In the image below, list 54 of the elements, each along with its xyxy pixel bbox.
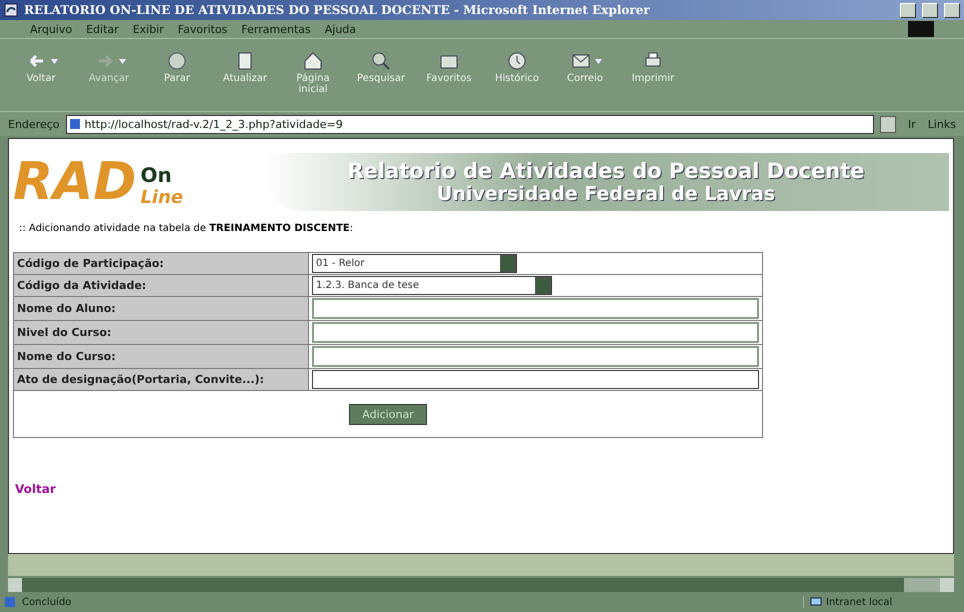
field-label: Nivel do Curso: xyxy=(14,320,308,344)
input-field[interactable] xyxy=(312,322,759,343)
maximize-button[interactable] xyxy=(922,2,938,18)
zone-text: Intranet local xyxy=(826,596,892,608)
toolbar-button[interactable]: Página inicial xyxy=(280,47,346,103)
toolbar-button[interactable]: Parar xyxy=(144,47,210,103)
menu-item[interactable]: Ferramentas xyxy=(241,22,311,36)
input-field[interactable] xyxy=(312,298,759,319)
window-title: RELATORIO ON-LINE DE ATIVIDADES DO PESSOAL DOCENTE - Microsoft Internet Explorer xyxy=(24,3,651,17)
links-label[interactable]: Links xyxy=(928,118,956,130)
select-field[interactable]: 1.2.3. Banca de tese xyxy=(312,276,552,295)
select-field[interactable]: 01 - Relor xyxy=(312,254,517,273)
computer-icon xyxy=(810,596,822,608)
caret-icon xyxy=(594,58,602,64)
caret-icon xyxy=(50,58,58,64)
submit-button[interactable]: Adicionar xyxy=(349,404,427,424)
toolbar-button[interactable]: Histórico xyxy=(484,47,550,103)
input-field[interactable] xyxy=(312,346,759,367)
menu-item[interactable]: Editar xyxy=(86,22,119,36)
toolbar-button[interactable]: Voltar xyxy=(8,47,74,103)
field-label: Ato de designação(Portaria, Convite...): xyxy=(14,368,308,390)
banner-title: Relatorio de Atividades do Pessoal Docente xyxy=(347,159,865,183)
page-icon xyxy=(4,596,16,608)
field-label: Nome do Aluno: xyxy=(14,296,308,320)
browser-icon xyxy=(4,3,18,17)
menu-item[interactable]: Arquivo xyxy=(30,22,72,36)
close-button[interactable] xyxy=(944,2,960,18)
status-text: Concluído xyxy=(22,596,72,608)
menu-item[interactable]: Favoritos xyxy=(178,22,228,36)
intro-text: :: Adicionando atividade na tabela de TREINAMENTO DISCENTE: xyxy=(19,223,354,234)
address-label: Endereço xyxy=(8,118,60,130)
banner-subtitle: Universidade Federal de Lavras xyxy=(436,183,776,205)
address-field[interactable]: http://localhost/rad-v.2/1_2_3.php?atividade=9 xyxy=(66,114,874,134)
go-button[interactable]: Ir xyxy=(902,116,922,132)
caret-icon xyxy=(118,58,126,64)
menu-item[interactable]: Ajuda xyxy=(324,22,356,36)
toolbar-button[interactable]: Pesquisar xyxy=(348,47,414,103)
menu-item[interactable]: Exibir xyxy=(132,22,164,36)
logo-text: On xyxy=(140,163,173,187)
toolbar-button[interactable]: Correio xyxy=(552,47,618,103)
toolbar-button[interactable]: Imprimir xyxy=(620,47,686,103)
field-label: Nome do Curso: xyxy=(14,344,308,368)
toolbar-button[interactable]: Favoritos xyxy=(416,47,482,103)
horizontal-scrollbar[interactable] xyxy=(8,578,954,592)
minimize-button[interactable] xyxy=(900,2,916,18)
input-field[interactable] xyxy=(312,370,759,389)
field-label: Código de Participação: xyxy=(14,252,308,274)
logo-text: RAD xyxy=(13,156,136,208)
page-icon xyxy=(68,118,80,130)
field-label: Código da Atividade: xyxy=(14,274,308,296)
back-link[interactable]: Voltar xyxy=(15,482,56,496)
toolbar-button[interactable]: Atualizar xyxy=(212,47,278,103)
dropdown-button[interactable] xyxy=(880,116,896,132)
logo-text: Line xyxy=(140,187,184,208)
